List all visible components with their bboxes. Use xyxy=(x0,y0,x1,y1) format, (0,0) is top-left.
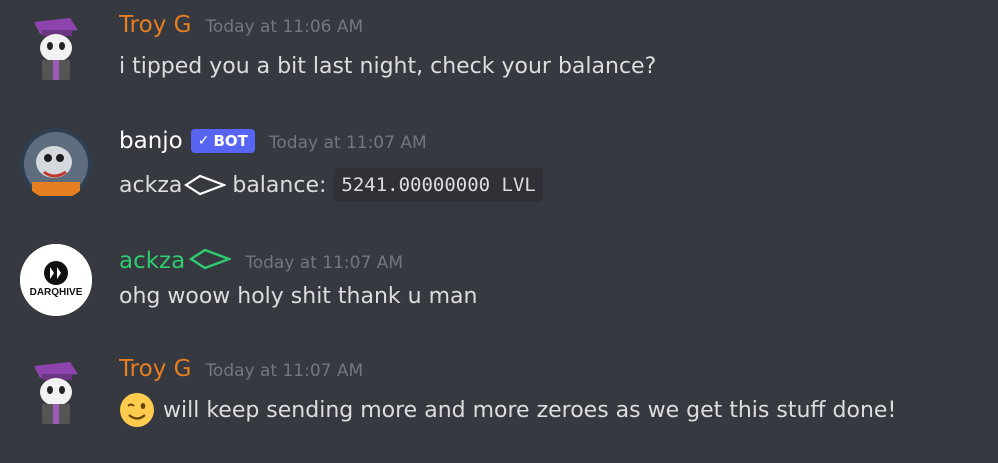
message-item: Troy G Today at 11:06 AM i tipped you a … xyxy=(0,0,998,110)
message-text: balance: xyxy=(232,172,327,198)
message-header: Troy G Today at 11:07 AM xyxy=(119,356,363,382)
avatar-ackza[interactable]: DARQHIVE xyxy=(20,244,92,316)
timestamp: Today at 11:07 AM xyxy=(205,361,364,381)
bot-badge-label: BOT xyxy=(213,132,248,150)
username[interactable]: Troy G xyxy=(119,356,191,382)
message-content: will keep sending more and more zeroes a… xyxy=(119,392,896,428)
avatar-troy-g[interactable] xyxy=(20,10,92,82)
message-item: banjo ✓ BOT Today at 11:07 AM ackza bala… xyxy=(0,116,998,226)
username[interactable]: Troy G xyxy=(119,12,191,38)
gangster-bunny-icon xyxy=(20,10,92,82)
message-item: Troy G Today at 11:07 AM will keep sendi… xyxy=(0,346,998,463)
banjo-bot-icon xyxy=(20,128,92,200)
timestamp: Today at 11:07 AM xyxy=(268,133,427,153)
message-content: ohg woow holy shit thank u man xyxy=(119,284,477,309)
green-diamond-icon xyxy=(189,248,232,270)
winking-face-emoji-icon xyxy=(120,393,154,427)
username[interactable]: banjo xyxy=(119,128,183,154)
username[interactable]: ackza xyxy=(119,248,185,274)
message-item: DARQHIVE ackza Today at 11:07 AM ohg woo… xyxy=(0,232,998,342)
message-header: ackza Today at 11:07 AM xyxy=(119,244,403,274)
message-header: banjo ✓ BOT Today at 11:07 AM xyxy=(119,128,427,156)
message-text: i tipped you a bit last night, check you… xyxy=(119,54,657,79)
avatar-troy-g[interactable] xyxy=(20,354,92,426)
mention-text: ackza xyxy=(119,172,183,198)
darqhive-logo-icon xyxy=(20,244,92,316)
message-header: Troy G Today at 11:06 AM xyxy=(119,12,363,38)
gangster-bunny-icon xyxy=(20,354,92,426)
message-content: i tipped you a bit last night, check you… xyxy=(119,54,656,79)
message-text: ohg woow holy shit thank u man xyxy=(119,284,478,309)
avatar-logo-label: DARQHIVE xyxy=(29,287,83,298)
timestamp: Today at 11:06 AM xyxy=(205,17,364,37)
avatar-banjo[interactable] xyxy=(20,128,92,200)
message-text: will keep sending more and more zeroes a… xyxy=(163,397,897,423)
balance-code: 5241.00000000 LVL xyxy=(334,168,543,202)
timestamp: Today at 11:07 AM xyxy=(245,253,403,273)
message-content: ackza balance: 5241.00000000 LVL xyxy=(119,168,543,202)
checkmark-icon: ✓ xyxy=(197,133,210,149)
bot-badge: ✓ BOT xyxy=(190,129,255,153)
white-diamond-icon xyxy=(184,174,227,196)
